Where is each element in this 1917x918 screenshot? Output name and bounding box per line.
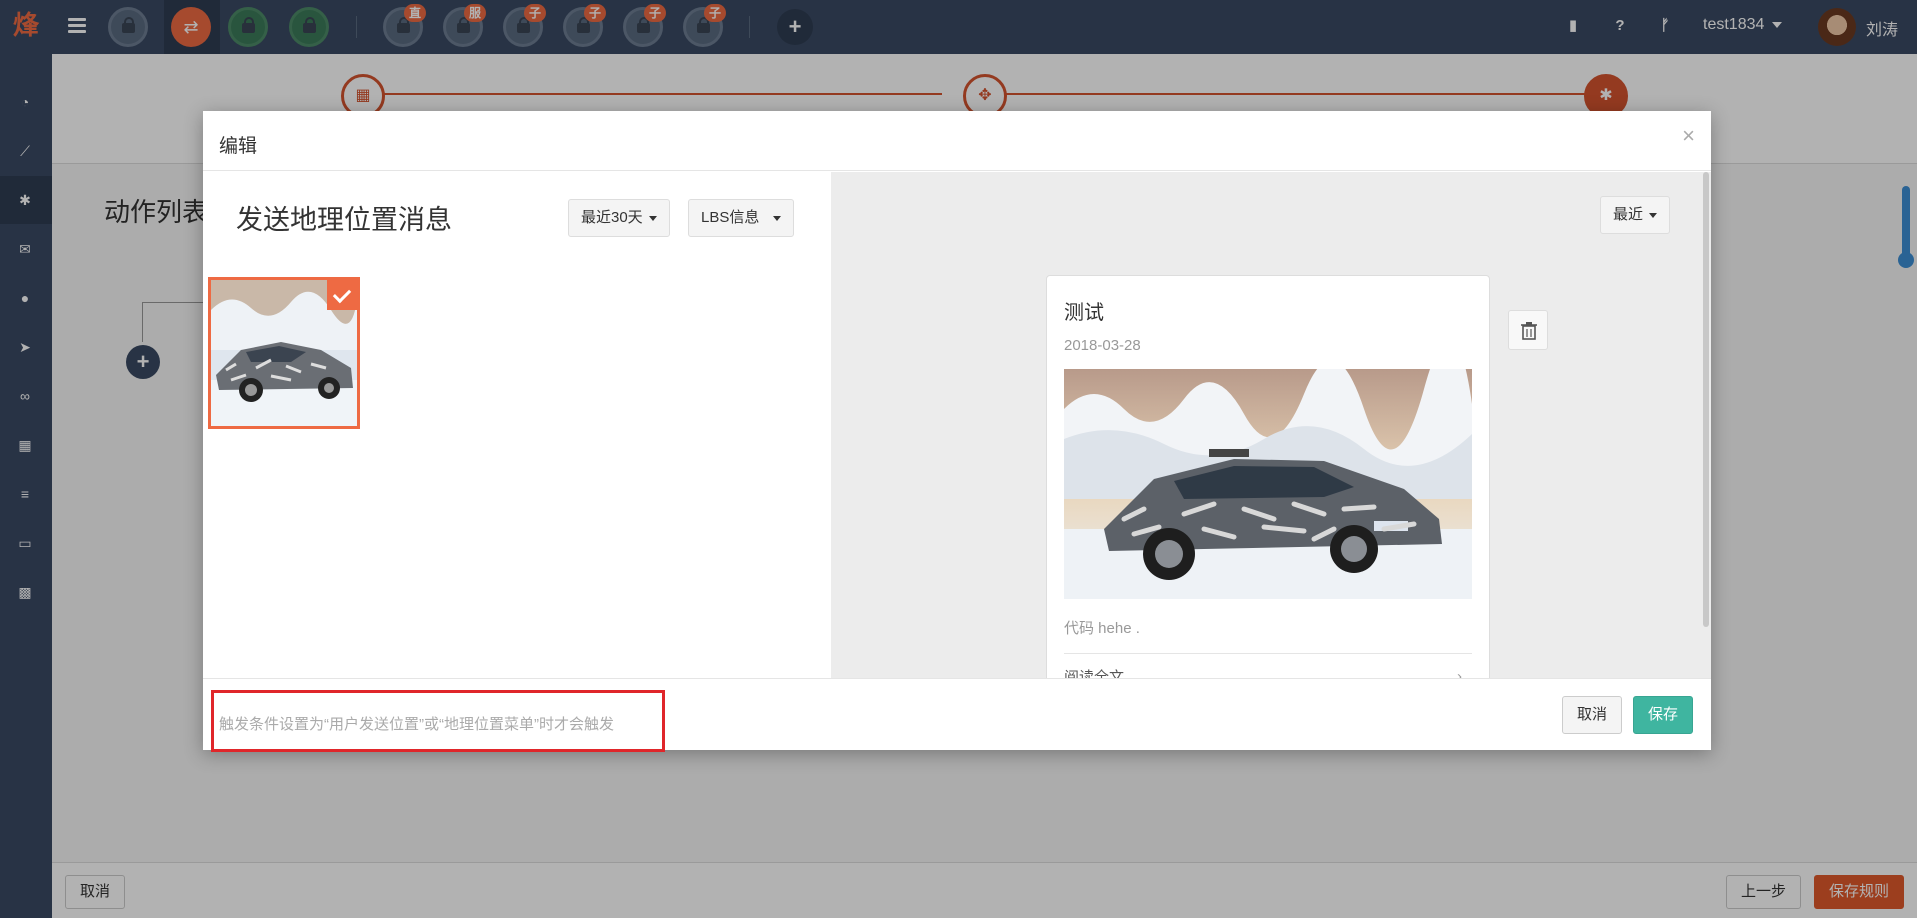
recent-dropdown[interactable]: 最近 xyxy=(1600,196,1671,234)
message-type-label: LBS信息 xyxy=(701,209,760,226)
date-range-dropdown[interactable]: 最近30天 xyxy=(568,199,670,237)
card-title: 测试 xyxy=(1064,302,1104,324)
read-more-link[interactable]: 阅读全文 xyxy=(1064,666,1124,678)
recent-label: 最近 xyxy=(1613,206,1644,223)
preview-pane: 最近 测试 2018-03-28 代码 hehe . 阅读全文 › xyxy=(831,172,1711,678)
cancel-button[interactable]: 取消 xyxy=(1562,696,1623,734)
modal-title: 编辑 xyxy=(219,136,258,157)
divider xyxy=(1064,653,1472,654)
chevron-right-icon: › xyxy=(1457,668,1462,678)
date-range-label: 最近30天 xyxy=(581,209,643,226)
close-icon[interactable]: × xyxy=(1682,123,1695,149)
pane-title: 发送地理位置消息 xyxy=(236,205,452,235)
modal-footer: 触发条件设置为“用户发送位置”或“地理位置菜单”时才会触发 取消 保存 xyxy=(203,678,1711,752)
trash-icon xyxy=(1521,322,1537,340)
scrollbar[interactable] xyxy=(1703,172,1709,627)
message-preview-card: 测试 2018-03-28 代码 hehe . 阅读全文 › xyxy=(1046,275,1490,678)
card-date: 2018-03-28 xyxy=(1064,337,1141,354)
caret-down-icon xyxy=(1649,212,1658,218)
trigger-hint-text: 触发条件设置为“用户发送位置”或“地理位置菜单”时才会触发 xyxy=(219,716,614,733)
card-description: 代码 hehe . xyxy=(1064,620,1140,637)
modal-header: 编辑 × xyxy=(203,111,1711,171)
edit-modal: 编辑 × 发送地理位置消息 最近30天 LBS信息 最近 测试 2018-03-… xyxy=(203,111,1711,752)
card-cover-image xyxy=(1064,369,1472,599)
car-image xyxy=(1064,369,1472,599)
message-type-dropdown[interactable]: LBS信息 xyxy=(688,199,795,237)
message-picker-pane: 发送地理位置消息 最近30天 LBS信息 xyxy=(203,172,831,678)
caret-down-icon xyxy=(773,215,782,221)
checkmark-icon xyxy=(327,280,357,310)
delete-button[interactable] xyxy=(1508,310,1548,350)
caret-down-icon xyxy=(648,215,657,221)
save-button[interactable]: 保存 xyxy=(1633,696,1694,734)
selected-message-thumbnail[interactable] xyxy=(208,277,360,429)
